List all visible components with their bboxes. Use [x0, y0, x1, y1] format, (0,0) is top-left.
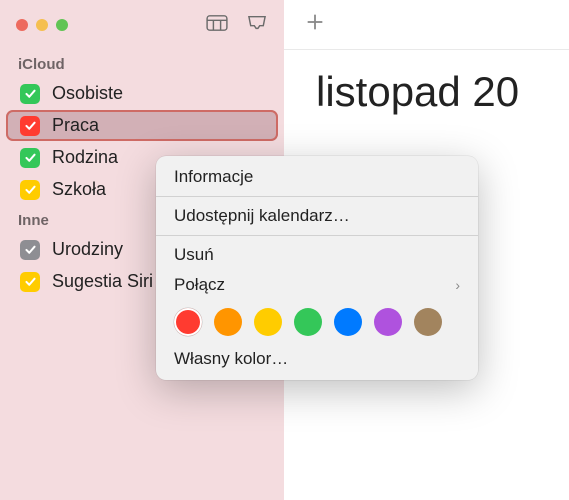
menu-separator [156, 196, 478, 197]
calendar-label: Urodziny [52, 239, 123, 260]
context-menu: Informacje Udostępnij kalendarz… Usuń Połąc… [156, 156, 478, 380]
calendar-checkbox[interactable] [20, 180, 40, 200]
color-picker-row [156, 300, 478, 344]
color-swatch[interactable] [174, 308, 202, 336]
color-swatch[interactable] [254, 308, 282, 336]
menu-item-label: Połącz [174, 275, 225, 295]
menu-item[interactable]: Własny kolor… [156, 344, 478, 374]
menu-item-label: Usuń [174, 245, 214, 265]
maximize-button[interactable] [56, 19, 68, 31]
calendar-item[interactable]: Osobiste [6, 78, 278, 109]
add-event-button[interactable] [304, 11, 326, 38]
toolbar-icons [206, 14, 268, 37]
color-swatch[interactable] [334, 308, 362, 336]
calendar-checkbox[interactable] [20, 84, 40, 104]
color-swatch[interactable] [414, 308, 442, 336]
calendar-checkbox[interactable] [20, 240, 40, 260]
calendar-label: Sugestia Siri [52, 271, 153, 292]
calendar-item[interactable]: Praca [6, 110, 278, 141]
inbox-icon[interactable] [246, 14, 268, 37]
calendar-label: Praca [52, 115, 99, 136]
calendar-icon[interactable] [206, 14, 228, 37]
window-controls [16, 19, 68, 31]
calendar-label: Osobiste [52, 83, 123, 104]
titlebar [0, 0, 284, 50]
main-toolbar [284, 0, 569, 50]
calendar-label: Szkoła [52, 179, 106, 200]
color-swatch[interactable] [294, 308, 322, 336]
menu-item[interactable]: Informacje [156, 162, 478, 192]
menu-item[interactable]: Udostępnij kalendarz… [156, 201, 478, 231]
calendar-checkbox[interactable] [20, 148, 40, 168]
menu-item[interactable]: Połącz › [156, 270, 478, 300]
minimize-button[interactable] [36, 19, 48, 31]
calendar-checkbox[interactable] [20, 116, 40, 136]
calendar-label: Rodzina [52, 147, 118, 168]
menu-item-label: Udostępnij kalendarz… [174, 206, 350, 226]
menu-item-label: Informacje [174, 167, 253, 187]
chevron-right-icon: › [455, 277, 460, 293]
color-swatch[interactable] [214, 308, 242, 336]
menu-item[interactable]: Usuń [156, 240, 478, 270]
calendar-checkbox[interactable] [20, 272, 40, 292]
color-swatch[interactable] [374, 308, 402, 336]
close-button[interactable] [16, 19, 28, 31]
menu-item-label: Własny kolor… [174, 349, 288, 369]
month-title: listopad 20 [284, 50, 569, 116]
menu-separator [156, 235, 478, 236]
sidebar-section-header[interactable]: iCloud [0, 50, 284, 77]
